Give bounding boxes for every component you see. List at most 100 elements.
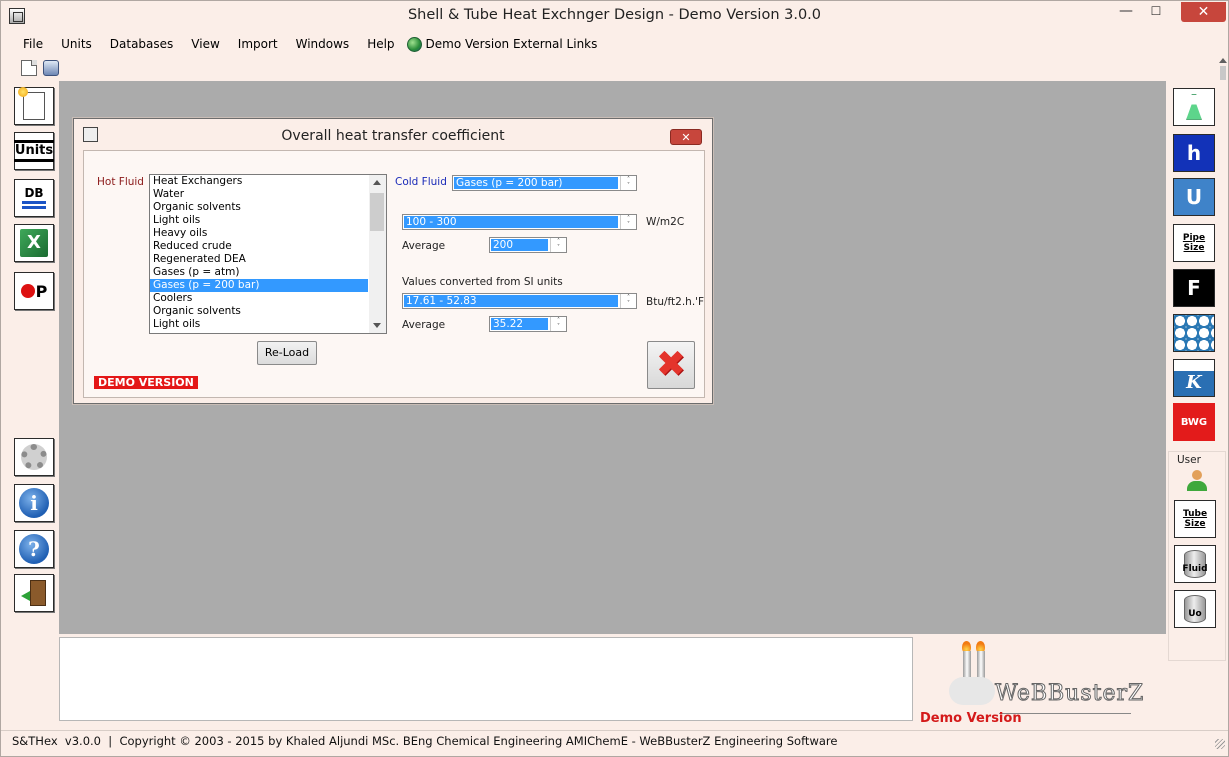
exit-door-icon <box>30 580 46 606</box>
fluid-properties-button[interactable] <box>1173 88 1215 126</box>
hot-fluid-option[interactable]: Water <box>150 188 368 201</box>
converted-average-field[interactable]: 35.22 ˄ ˅ <box>489 316 567 332</box>
menu-help[interactable]: Help <box>357 34 402 54</box>
exit-button[interactable] <box>14 574 54 612</box>
flask-icon <box>1186 94 1202 120</box>
database-button[interactable]: DB <box>14 179 54 217</box>
hot-fluid-option[interactable]: Organic solvents <box>150 305 368 318</box>
spinner-arrows-icon[interactable]: ˄ ˅ <box>620 294 636 308</box>
converted-average-value: 35.22 <box>491 318 548 330</box>
pipe-size-button[interactable]: Pipe Size <box>1173 224 1215 262</box>
exit-arrow-icon <box>21 591 30 601</box>
hot-fluid-option[interactable]: Light oils <box>150 214 368 227</box>
overall-heat-transfer-dialog: Overall heat transfer coefficient ✕ Hot … <box>73 118 713 404</box>
tube-layout-button[interactable] <box>1173 314 1215 352</box>
hot-fluid-option[interactable]: Gases (p = 200 bar) <box>150 279 368 292</box>
menu-view[interactable]: View <box>181 34 227 54</box>
export-excel-button[interactable]: X <box>14 224 54 262</box>
help-button[interactable]: ? <box>14 530 54 568</box>
si-average-value: 200 <box>491 239 548 251</box>
hot-fluid-option[interactable]: Heavy oils <box>150 227 368 240</box>
user-fluid-button[interactable]: Fluid <box>1174 545 1216 583</box>
k-conductivity-button[interactable]: K <box>1173 359 1215 397</box>
units-button[interactable]: Units <box>13 132 55 170</box>
minimize-button[interactable]: — <box>1112 1 1140 23</box>
scroll-up-arrow-icon[interactable] <box>373 180 381 185</box>
resize-grip[interactable] <box>1215 739 1225 749</box>
maximize-button[interactable]: ☐ <box>1142 1 1170 23</box>
hot-fluid-option[interactable]: Regenerated DEA <box>150 253 368 266</box>
si-range-field[interactable]: 100 - 300 ˄ ˅ <box>402 214 637 230</box>
converted-values-label: Values converted from SI units <box>402 276 563 288</box>
hot-fluid-option[interactable]: Gases (p = atm) <box>150 266 368 279</box>
converted-range-field[interactable]: 17.61 - 52.83 ˄ ˅ <box>402 293 637 309</box>
excel-icon: X <box>20 229 48 257</box>
pipe-size-label: Pipe Size <box>1182 233 1206 253</box>
cold-fluid-select[interactable]: Gases (p = 200 bar) ˄ ˅ <box>452 175 637 191</box>
scroll-thumb[interactable] <box>1220 66 1226 80</box>
new-project-button[interactable] <box>14 87 54 125</box>
user-uo-button[interactable]: Uo <box>1174 590 1216 628</box>
quick-toolbar <box>1 57 1228 79</box>
h-coefficient-button[interactable]: h <box>1173 134 1215 172</box>
listbox-scrollbar[interactable] <box>369 175 386 333</box>
print-icon[interactable] <box>43 60 59 76</box>
status-text: S&THex v3.0.0 | Copyright © 2003 - 2015 … <box>12 734 838 748</box>
converted-average-label: Average <box>402 319 446 331</box>
status-bar: S&THex v3.0.0 | Copyright © 2003 - 2015 … <box>1 730 1228 752</box>
user-icon[interactable] <box>1187 470 1207 492</box>
spinner-arrows-icon[interactable]: ˄ ˅ <box>620 176 636 190</box>
hot-fluid-option[interactable]: Heat Exchangers <box>150 175 368 188</box>
converted-range-value: 17.61 - 52.83 <box>404 295 618 307</box>
cancel-button[interactable]: ✖ <box>647 341 695 389</box>
menu-bar: File Units Databases View Import Windows… <box>1 33 1228 55</box>
uo-database-icon: Uo <box>1184 595 1206 623</box>
brand-name: WeBBusterZ <box>994 681 1145 707</box>
new-document-icon[interactable] <box>21 60 37 76</box>
menu-windows[interactable]: Windows <box>286 34 358 54</box>
close-button[interactable]: ✕ <box>1181 2 1226 22</box>
spinner-arrows-icon[interactable]: ˄ ˅ <box>620 215 636 229</box>
scroll-thumb[interactable] <box>370 193 384 231</box>
demo-version-label: Demo Version <box>920 711 1022 726</box>
dialog-close-button[interactable]: ✕ <box>670 129 702 145</box>
info-button[interactable]: i <box>14 484 54 522</box>
menu-databases[interactable]: Databases <box>100 34 182 54</box>
user-label: User <box>1177 454 1201 466</box>
toolbar-scrollbar[interactable] <box>1218 56 1228 81</box>
reload-button[interactable]: Re-Load <box>257 341 317 365</box>
external-links-label: Demo Version External Links <box>425 37 598 51</box>
f-factor-button[interactable]: F <box>1173 269 1215 307</box>
units-label: Units <box>13 140 55 162</box>
scroll-up-arrow-icon[interactable] <box>1219 58 1227 63</box>
spinner-arrows-icon[interactable]: ˄ ˅ <box>550 317 566 331</box>
scroll-down-arrow-icon[interactable] <box>373 323 381 328</box>
tube-size-button[interactable]: Tube Size <box>1174 500 1216 538</box>
si-range-value: 100 - 300 <box>404 216 618 228</box>
si-unit-label: W/m2C <box>646 216 685 228</box>
bwg-button[interactable]: BWG <box>1173 403 1215 441</box>
right-toolbar: h U Pipe Size F K BWG User Tube Size Flu… <box>1168 81 1228 661</box>
menu-units[interactable]: Units <box>51 34 100 54</box>
output-panel <box>59 637 913 721</box>
hot-fluid-listbox[interactable]: Heat Exchangers Water Organic solvents Ligh… <box>149 174 387 334</box>
hot-fluid-option[interactable]: Reduced crude <box>150 240 368 253</box>
left-toolbar: Units DB X P i ? <box>9 81 57 721</box>
spinner-arrows-icon[interactable]: ˄ ˅ <box>550 238 566 252</box>
cold-fluid-label: Cold Fluid <box>395 176 447 188</box>
si-average-label: Average <box>402 240 446 252</box>
plant-button[interactable]: P <box>14 272 54 310</box>
menu-file[interactable]: File <box>1 34 51 54</box>
u-coefficient-button[interactable]: U <box>1173 178 1215 216</box>
title-bar: Shell & Tube Heat Exchnger Design - Demo… <box>1 1 1228 32</box>
si-average-field[interactable]: 200 ˄ ˅ <box>489 237 567 253</box>
plant-label: P <box>35 281 48 301</box>
hot-fluid-option[interactable]: Coolers <box>150 292 368 305</box>
hot-fluid-option[interactable]: Organic solvents <box>150 201 368 214</box>
hot-fluid-option[interactable]: Light oils <box>150 318 368 331</box>
menu-import[interactable]: Import <box>228 34 286 54</box>
settings-button[interactable] <box>14 438 54 476</box>
globe-icon <box>406 36 422 52</box>
tube-size-label: Tube Size <box>1182 509 1208 529</box>
menu-external-links[interactable]: Demo Version External Links <box>403 34 606 54</box>
